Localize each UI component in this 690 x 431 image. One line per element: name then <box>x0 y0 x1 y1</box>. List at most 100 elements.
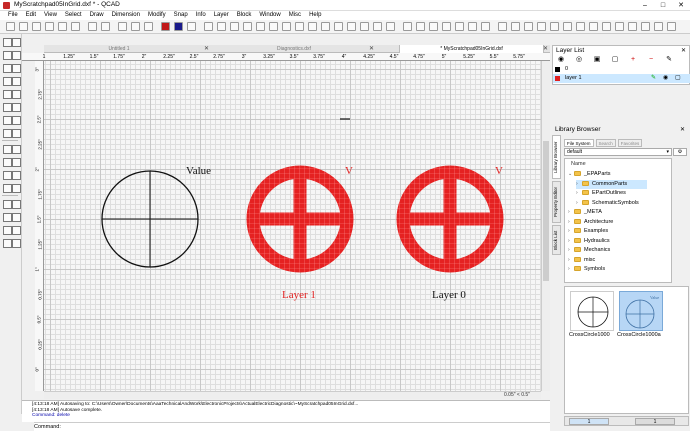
close-icon[interactable]: ✕ <box>680 126 685 133</box>
zoom-out-icon[interactable] <box>416 22 425 31</box>
line-icon[interactable] <box>12 51 21 60</box>
modify-icon[interactable] <box>12 200 21 209</box>
arrow-down-icon[interactable] <box>537 22 546 31</box>
layer-icon[interactable] <box>511 22 520 31</box>
close-tab-icon[interactable]: ✕ <box>543 45 548 53</box>
add-layer-icon[interactable]: + <box>627 56 639 64</box>
menu-info[interactable]: Info <box>192 11 210 20</box>
open-file-icon[interactable] <box>19 22 28 31</box>
color-swatch-icon[interactable] <box>161 22 170 31</box>
snap-coordinate-icon[interactable] <box>386 22 395 31</box>
measure-icon[interactable] <box>615 22 624 31</box>
snap-tangential-icon[interactable] <box>373 22 382 31</box>
snap-middle-icon[interactable] <box>308 22 317 31</box>
tab-block-list[interactable]: Block List <box>552 225 561 255</box>
print-preview-icon[interactable] <box>71 22 80 31</box>
arrow-left-icon[interactable] <box>550 22 559 31</box>
restrict-icon[interactable] <box>576 22 585 31</box>
hatch-icon[interactable] <box>12 145 21 154</box>
tree-item[interactable]: › EPartOutlines <box>576 189 626 198</box>
polyline-icon[interactable] <box>12 103 21 112</box>
new-file-icon[interactable] <box>6 22 15 31</box>
ellipse-icon[interactable] <box>12 90 21 99</box>
redo-icon[interactable] <box>101 22 110 31</box>
fullscreen-icon[interactable] <box>654 22 663 31</box>
page-button[interactable]: 1 <box>635 418 675 425</box>
eye-icon[interactable]: ◉ <box>555 56 567 64</box>
lock-icon[interactable]: ▢ <box>675 74 681 83</box>
zoom-in-icon[interactable] <box>403 22 412 31</box>
cube-icon[interactable] <box>12 239 21 248</box>
library-item-crosscircle1000[interactable] <box>570 291 614 331</box>
save-as-icon[interactable] <box>45 22 54 31</box>
select-icon[interactable] <box>3 38 12 47</box>
polyline-icon[interactable] <box>3 103 12 112</box>
canvas-vertical-scrollbar[interactable] <box>541 61 550 391</box>
drawing-svg[interactable]: Value V Layer 1 V Layer 0 <box>44 61 541 391</box>
image-icon[interactable] <box>12 171 21 180</box>
line-width-icon[interactable] <box>187 22 196 31</box>
circle-icon[interactable] <box>12 77 21 86</box>
library-item-crosscircle1000a[interactable]: Value <box>619 291 663 331</box>
snap-onentity-icon[interactable] <box>282 22 291 31</box>
hatch-icon[interactable] <box>3 145 12 154</box>
snap-perpendicular-icon[interactable] <box>360 22 369 31</box>
menu-block[interactable]: Block <box>233 11 256 20</box>
menu-edit[interactable]: Edit <box>22 11 40 20</box>
snap-icon[interactable] <box>3 213 12 222</box>
line-icon[interactable] <box>3 51 12 60</box>
ellipse-icon[interactable] <box>3 90 12 99</box>
red-cross-circle-1[interactable] <box>246 165 354 273</box>
snap-end-icon[interactable] <box>269 22 278 31</box>
redraw-icon[interactable] <box>481 22 490 31</box>
edit-layer-icon[interactable]: ✎ <box>663 56 675 64</box>
help-icon[interactable] <box>667 22 676 31</box>
dimension-icon[interactable] <box>3 184 12 193</box>
page-button[interactable]: 1 <box>569 418 609 425</box>
tab-untitled-1[interactable]: Untitled 1 <box>74 45 164 53</box>
tree-item[interactable]: › Architecture <box>568 218 613 227</box>
grid-icon[interactable] <box>204 22 213 31</box>
tree-item[interactable]: › Examples <box>568 227 608 236</box>
copy-icon[interactable] <box>131 22 140 31</box>
block-icon[interactable] <box>12 226 21 235</box>
maximize-button[interactable]: □ <box>654 0 672 11</box>
info-icon[interactable] <box>628 22 637 31</box>
close-tab-icon[interactable]: ✕ <box>204 45 209 53</box>
tree-item[interactable]: › SchematicSymbols <box>576 199 639 208</box>
menu-modify[interactable]: Modify <box>144 11 170 20</box>
menu-file[interactable]: File <box>4 11 22 20</box>
arrow-up-icon[interactable] <box>524 22 533 31</box>
close-tab-icon[interactable]: ✕ <box>369 45 374 53</box>
snap-free-icon[interactable] <box>243 22 252 31</box>
unlock-icon[interactable]: ▢ <box>609 56 621 64</box>
black-cross-circle[interactable] <box>101 170 199 268</box>
paste-icon[interactable] <box>144 22 153 31</box>
save-icon[interactable] <box>32 22 41 31</box>
snap-distance-icon[interactable] <box>321 22 330 31</box>
circle-icon[interactable] <box>3 77 12 86</box>
zoom-auto-icon[interactable] <box>429 22 438 31</box>
arc-icon[interactable] <box>12 64 21 73</box>
pencil-icon[interactable]: ✎ <box>651 74 656 83</box>
layer-row-layer-1[interactable]: layer 1 ✎ ◉ ▢ <box>553 74 690 83</box>
zoom-previous-icon[interactable] <box>442 22 451 31</box>
tab-diagnostics[interactable]: Diagnostics.dxf <box>239 45 349 53</box>
tree-item[interactable]: › Mechanics <box>568 246 610 255</box>
snap-reference-icon[interactable] <box>347 22 356 31</box>
menu-window[interactable]: Window <box>255 11 284 20</box>
dimension-icon[interactable] <box>12 184 21 193</box>
tab-property-editor[interactable]: Property Editor <box>552 181 561 223</box>
red-cross-circle-2[interactable] <box>396 165 504 273</box>
snap-intersection-icon[interactable] <box>334 22 343 31</box>
source-dropdown[interactable]: default ▾ <box>564 148 672 156</box>
snap-grid-icon[interactable] <box>256 22 265 31</box>
tree-item[interactable]: › CommonParts <box>576 179 648 189</box>
menu-help[interactable]: Help <box>305 11 325 20</box>
snap-center-icon[interactable] <box>295 22 304 31</box>
eye-icon[interactable]: ◉ <box>663 74 668 83</box>
menu-draw[interactable]: Draw <box>86 11 108 20</box>
tab-file-system[interactable]: File System <box>564 139 594 147</box>
crosshair-icon[interactable] <box>589 22 598 31</box>
arc-icon[interactable] <box>3 64 12 73</box>
